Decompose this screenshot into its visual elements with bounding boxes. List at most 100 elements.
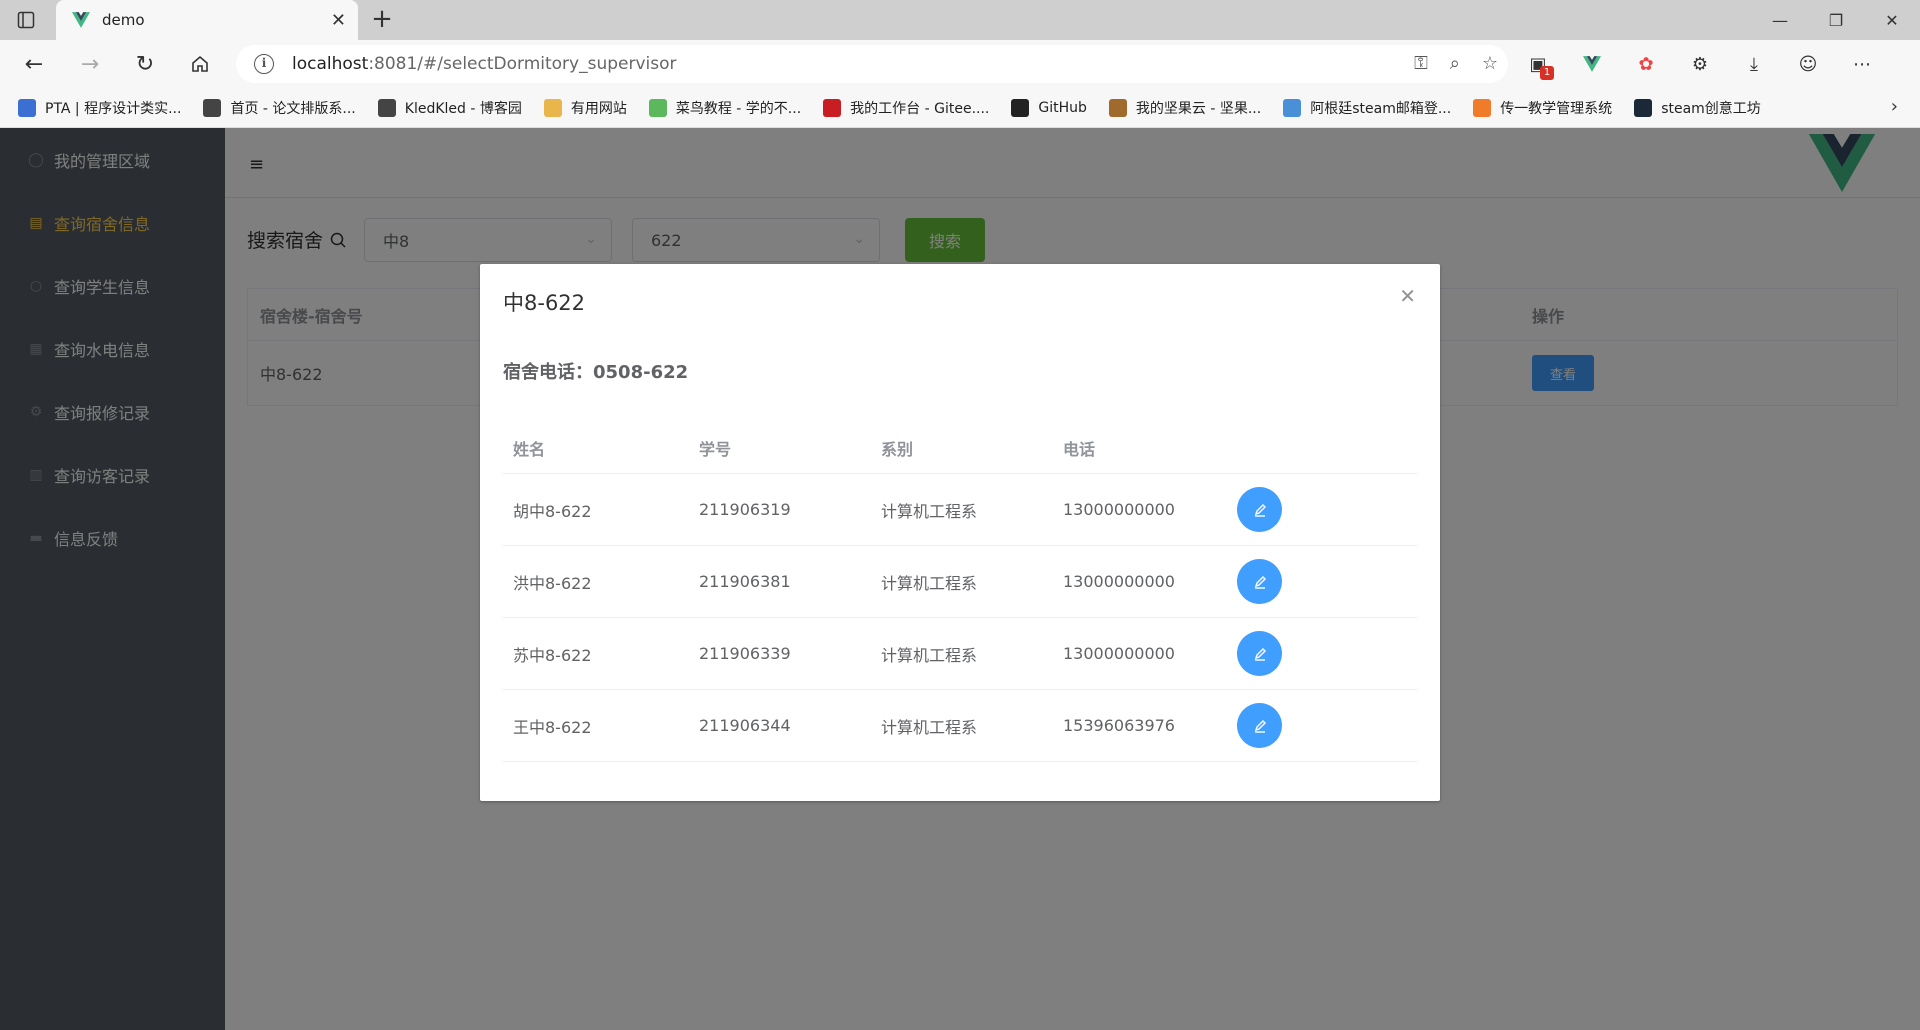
- edit-icon: [1254, 719, 1266, 733]
- browser-tab-bar: demo ✕ + — ❐ ✕: [0, 0, 1920, 40]
- name-cell: 胡中8-622: [513, 501, 592, 521]
- favorite-add-icon[interactable]: ☆: [1482, 53, 1498, 74]
- student-table-header: 姓名 学号 系别 电话: [503, 422, 1417, 474]
- bookmarks-more-icon[interactable]: ›: [1891, 96, 1898, 117]
- bookmark-label: 首页 - 论文排版系...: [230, 100, 356, 117]
- close-icon[interactable]: ✕: [1399, 284, 1416, 308]
- bookmark-label: 有用网站: [570, 100, 627, 117]
- bookmark-item[interactable]: PTA | 程序设计类实...: [18, 98, 181, 118]
- edit-button[interactable]: [1237, 487, 1282, 532]
- extension-badge-icon[interactable]: ▣ 1: [1522, 48, 1554, 80]
- edit-button[interactable]: [1237, 559, 1282, 604]
- tab-actions-icon[interactable]: [14, 8, 38, 32]
- dormitory-dialog: 中8-622 ✕ 宿舍电话：0508-622 姓名 学号 系别 电话 胡中8-6…: [480, 264, 1440, 801]
- bookmark-favicon-icon: [18, 98, 36, 117]
- bookmark-item[interactable]: 首页 - 论文排版系...: [203, 98, 356, 118]
- bookmark-label: 菜鸟教程 - 学的不...: [675, 100, 802, 117]
- bookmark-favicon-icon: [1634, 98, 1653, 117]
- bookmark-favicon-icon: [543, 98, 562, 117]
- bookmark-item[interactable]: 传一教学管理系统: [1473, 98, 1612, 118]
- bookmark-label: 传一教学管理系统: [1500, 100, 1613, 117]
- bookmark-item[interactable]: 有用网站: [543, 98, 627, 118]
- bookmark-favicon-icon: [1283, 98, 1302, 117]
- bookmark-favicon-icon: [1011, 98, 1030, 117]
- edit-button[interactable]: [1237, 703, 1282, 748]
- column-header: 电话: [1063, 439, 1096, 459]
- downloads-icon[interactable]: ⤓: [1738, 48, 1770, 80]
- forward-icon[interactable]: →: [76, 50, 104, 78]
- phone-cell: 13000000000: [1063, 500, 1175, 519]
- site-info-icon[interactable]: i: [254, 54, 274, 74]
- bookmark-label: steam创意工坊: [1661, 100, 1761, 117]
- edit-icon: [1254, 575, 1266, 589]
- dialog-title: 中8-622: [503, 291, 586, 315]
- bookmark-label: 阿根廷steam邮箱登...: [1310, 100, 1452, 117]
- minimize-button[interactable]: —: [1752, 0, 1808, 40]
- bookmark-label: GitHub: [1038, 99, 1087, 116]
- bookmark-item[interactable]: 菜鸟教程 - 学的不...: [648, 98, 802, 118]
- restore-button[interactable]: ❐: [1808, 0, 1864, 40]
- more-menu-icon[interactable]: ⋯: [1846, 48, 1878, 80]
- phone-cell: 13000000000: [1063, 644, 1175, 663]
- bookmark-favicon-icon: [648, 98, 667, 117]
- id-cell: 211906381: [699, 572, 791, 591]
- vue-devtools-icon[interactable]: [1576, 48, 1608, 80]
- vue-favicon-icon: [72, 12, 90, 28]
- bookmark-item[interactable]: GitHub: [1011, 98, 1087, 117]
- tab-title: demo: [102, 11, 145, 29]
- column-header: 姓名: [513, 439, 546, 459]
- table-row: 王中8-622 211906344 计算机工程系 15396063976: [503, 690, 1417, 762]
- student-table: 姓名 学号 系别 电话 胡中8-622 211906319 计算机工程系 130000…: [503, 422, 1417, 762]
- id-cell: 211906339: [699, 644, 791, 663]
- edit-button[interactable]: [1237, 631, 1282, 676]
- extensions-icon[interactable]: ⚙: [1684, 48, 1716, 80]
- bookmark-label: 我的工作台 - Gitee....: [850, 100, 990, 117]
- id-cell: 211906344: [699, 716, 791, 735]
- bookmark-favicon-icon: [1473, 98, 1492, 117]
- bookmark-favicon-icon: [203, 98, 222, 117]
- column-header: 系别: [881, 439, 914, 459]
- bookmark-favicon-icon: [1108, 98, 1127, 117]
- bookmark-item[interactable]: 我的工作台 - Gitee....: [823, 98, 989, 118]
- zoom-icon[interactable]: ⌕: [1450, 53, 1460, 74]
- name-cell: 洪中8-622: [513, 573, 592, 593]
- bookmark-label: PTA | 程序设计类实...: [45, 100, 182, 117]
- dorm-phone: 宿舍电话：0508-622: [503, 362, 689, 383]
- bookmark-favicon-icon: [823, 98, 842, 117]
- dept-cell: 计算机工程系: [881, 501, 978, 521]
- name-cell: 苏中8-622: [513, 645, 592, 665]
- edit-icon: [1254, 503, 1266, 517]
- color-extension-icon[interactable]: ✿: [1630, 48, 1662, 80]
- close-window-button[interactable]: ✕: [1864, 0, 1920, 40]
- url-text: localhost:8081/#/selectDormitory_supervi…: [292, 54, 677, 74]
- new-tab-button[interactable]: +: [368, 6, 396, 34]
- table-row: 苏中8-622 211906339 计算机工程系 13000000000: [503, 618, 1417, 690]
- key-icon[interactable]: ⚿: [1414, 53, 1428, 74]
- bookmark-favicon-icon: [377, 98, 396, 117]
- dept-cell: 计算机工程系: [881, 573, 978, 593]
- bookmark-item[interactable]: 阿根廷steam邮箱登...: [1283, 98, 1451, 118]
- bookmarks-bar: PTA | 程序设计类实... 首页 - 论文排版系... KledKled - 博…: [0, 88, 1920, 128]
- column-header: 学号: [699, 439, 732, 459]
- tab-demo[interactable]: demo ✕: [56, 0, 358, 40]
- table-row: 洪中8-622 211906381 计算机工程系 13000000000: [503, 546, 1417, 618]
- bookmark-item[interactable]: steam创意工坊: [1634, 98, 1761, 118]
- home-icon[interactable]: [186, 50, 214, 78]
- bookmark-item[interactable]: KledKled - 博客园: [377, 98, 522, 118]
- phone-cell: 15396063976: [1063, 716, 1175, 735]
- bookmark-label: 我的坚果云 - 坚果...: [1135, 100, 1262, 117]
- back-icon[interactable]: ←: [20, 50, 48, 78]
- tab-close-icon[interactable]: ✕: [331, 10, 346, 31]
- table-row: 胡中8-622 211906319 计算机工程系 13000000000: [503, 474, 1417, 546]
- address-bar[interactable]: i localhost:8081/#/selectDormitory_super…: [236, 45, 1508, 83]
- profile-avatar-icon[interactable]: ☺: [1792, 48, 1824, 80]
- dept-cell: 计算机工程系: [881, 645, 978, 665]
- id-cell: 211906319: [699, 500, 791, 519]
- name-cell: 王中8-622: [513, 717, 592, 737]
- dept-cell: 计算机工程系: [881, 717, 978, 737]
- reload-icon[interactable]: ↻: [131, 50, 159, 78]
- edit-icon: [1254, 647, 1266, 661]
- browser-toolbar: ← → ↻ i localhost:8081/#/selectDormitory…: [0, 40, 1920, 88]
- bookmark-label: KledKled - 博客园: [404, 100, 522, 117]
- bookmark-item[interactable]: 我的坚果云 - 坚果...: [1108, 98, 1262, 118]
